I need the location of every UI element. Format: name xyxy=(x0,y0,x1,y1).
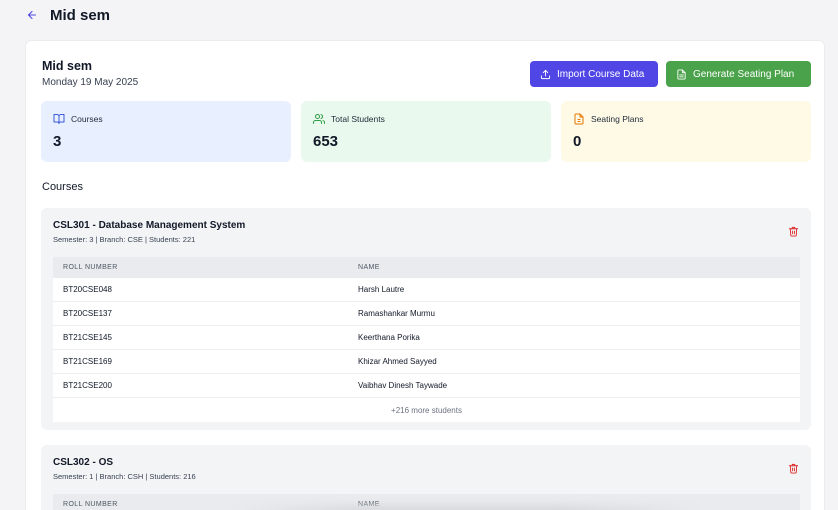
column-header-name: NAME xyxy=(358,264,380,271)
stat-seating-plans-card: Seating Plans 0 xyxy=(561,101,811,162)
roll-number-cell: BT20CSE048 xyxy=(63,285,112,294)
delete-course-trash-icon[interactable] xyxy=(788,461,799,474)
stat-students-label: Total Students xyxy=(331,114,385,124)
exam-panel: Mid sem Monday 19 May 2025 Import Course… xyxy=(25,40,825,510)
stat-students-value: 653 xyxy=(313,133,339,150)
delete-course-trash-icon[interactable] xyxy=(788,224,799,237)
table-row: BT20CSE048 Harsh Lautre xyxy=(53,278,800,302)
column-header-roll-number: ROLL NUMBER xyxy=(63,264,118,271)
course-card: CSL301 - Database Management System Seme… xyxy=(41,208,811,430)
upload-icon xyxy=(540,69,551,79)
loading-blur xyxy=(231,505,701,510)
book-open-icon xyxy=(53,114,65,124)
course-meta: Semester: 3 | Branch: CSE | Students: 22… xyxy=(53,235,196,244)
stat-plans-label-row: Seating Plans xyxy=(573,113,643,125)
course-title: CSL302 - OS xyxy=(53,457,114,468)
table-row: BT21CSE200 Vaibhav Dinesh Taywade xyxy=(53,374,800,398)
table-row: BT21CSE145 Keerthana Porika xyxy=(53,326,800,350)
stat-courses-card: Courses 3 xyxy=(41,101,291,162)
roll-number-cell: BT21CSE169 xyxy=(63,357,112,366)
import-course-data-button[interactable]: Import Course Data xyxy=(530,61,658,87)
courses-heading: Courses xyxy=(42,181,83,193)
course-card: CSL302 - OS Semester: 1 | Branch: CSH | … xyxy=(41,445,811,510)
stat-courses-label: Courses xyxy=(71,114,103,124)
exam-title: Mid sem xyxy=(42,59,93,73)
name-cell: Ramashankar Murmu xyxy=(358,309,435,318)
table-header: ROLL NUMBER NAME xyxy=(53,257,800,278)
back-arrow-icon[interactable] xyxy=(26,9,38,21)
stat-students-card: Total Students 653 xyxy=(301,101,551,162)
file-text-icon xyxy=(677,68,686,80)
page-title: Mid sem xyxy=(50,6,111,24)
stat-courses-label-row: Courses xyxy=(53,113,103,125)
stat-courses-value: 3 xyxy=(53,133,62,150)
name-cell: Vaibhav Dinesh Taywade xyxy=(358,381,448,390)
exam-date: Monday 19 May 2025 xyxy=(42,77,139,88)
users-icon xyxy=(313,114,325,124)
roll-number-cell: BT21CSE200 xyxy=(63,381,112,390)
file-icon xyxy=(574,113,584,125)
import-button-label: Import Course Data xyxy=(557,68,645,80)
name-cell: Harsh Lautre xyxy=(358,285,405,294)
table-row: BT21CSE169 Khizar Ahmed Sayyed xyxy=(53,350,800,374)
course-meta: Semester: 1 | Branch: CSH | Students: 21… xyxy=(53,472,196,481)
table-row: BT20CSE137 Ramashankar Murmu xyxy=(53,302,800,326)
course-title: CSL301 - Database Management System xyxy=(53,220,246,231)
roll-number-cell: BT21CSE145 xyxy=(63,333,112,342)
name-cell: Keerthana Porika xyxy=(358,333,420,342)
generate-button-label: Generate Seating Plan xyxy=(693,68,795,80)
roll-number-cell: BT20CSE137 xyxy=(63,309,112,318)
stat-plans-label: Seating Plans xyxy=(591,114,644,124)
students-table: ROLL NUMBER NAME BT20CSE048 Harsh Lautre… xyxy=(53,257,800,422)
generate-seating-plan-button[interactable]: Generate Seating Plan xyxy=(666,61,811,87)
stat-plans-value: 0 xyxy=(573,133,582,150)
name-cell: Khizar Ahmed Sayyed xyxy=(358,357,437,366)
stat-students-label-row: Total Students xyxy=(313,113,385,125)
more-students-text: +216 more students xyxy=(53,398,800,422)
top-bar: Mid sem xyxy=(0,0,838,30)
